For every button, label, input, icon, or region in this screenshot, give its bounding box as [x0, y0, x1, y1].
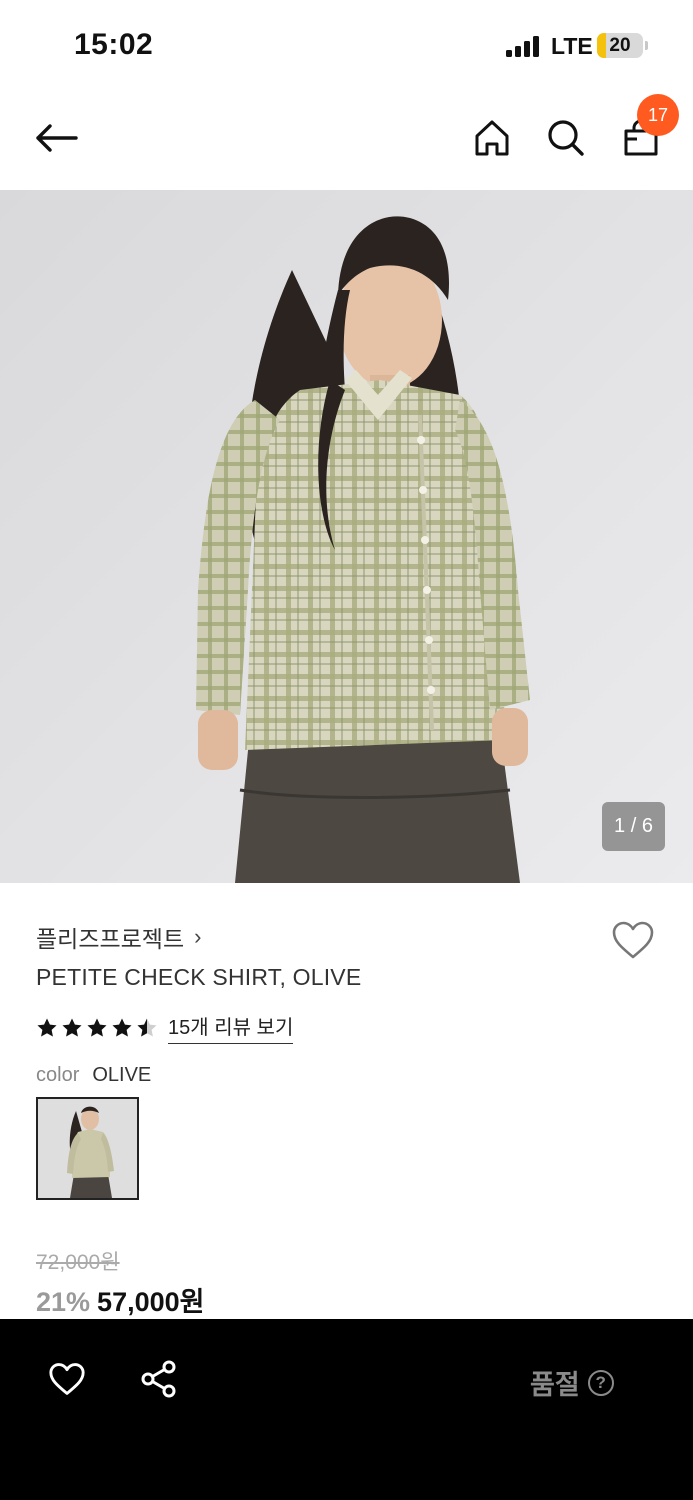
sold-out-status: 품절 ?	[530, 1363, 614, 1402]
search-icon	[548, 120, 584, 156]
top-nav	[0, 90, 693, 190]
chevron-right-icon: ›	[194, 924, 202, 949]
star-filled-icon	[37, 1018, 57, 1036]
status-bar: 15:02 LTE 20	[0, 0, 693, 90]
image-counter: 1 / 6	[602, 802, 665, 851]
help-circle-icon[interactable]: ?	[587, 1369, 614, 1396]
bottom-wishlist-button[interactable]	[44, 1356, 90, 1402]
swatch-thumbnail	[38, 1099, 137, 1198]
back-button[interactable]	[26, 108, 86, 168]
home-icon	[475, 120, 509, 156]
review-link[interactable]: 15개 리뷰 보기	[168, 1011, 294, 1044]
share-button[interactable]	[136, 1356, 182, 1402]
color-label: color	[36, 1064, 80, 1086]
signal-icon	[506, 35, 542, 57]
wishlist-button[interactable]	[608, 915, 658, 965]
network-label: LTE	[551, 33, 593, 59]
search-button[interactable]	[536, 108, 596, 168]
star-half-icon	[137, 1018, 157, 1036]
rating-stars	[36, 1017, 158, 1039]
color-row: color OLIVE	[36, 1064, 151, 1087]
discount-rate: 21%	[36, 1287, 91, 1317]
brand-name: 플리즈프로젝트	[36, 926, 185, 952]
battery-level: 20	[609, 35, 631, 56]
heart-outline-icon	[49, 1363, 85, 1395]
product-image-gallery[interactable]	[0, 190, 693, 883]
sale-price: 57,000원	[97, 1287, 205, 1317]
brand-link[interactable]: 플리즈프로젝트 ›	[36, 920, 201, 954]
bottom-action-bar	[0, 1319, 693, 1500]
star-filled-icon	[87, 1018, 107, 1036]
battery-nub	[645, 41, 648, 50]
star-filled-icon	[62, 1018, 82, 1036]
price-row: 21% 57,000원	[36, 1280, 204, 1319]
product-title: PETITE CHECK SHIRT, OLIVE	[36, 964, 362, 990]
heart-outline-icon	[612, 921, 654, 959]
color-value: OLIVE	[92, 1064, 152, 1086]
color-swatch-olive[interactable]	[36, 1097, 139, 1200]
original-price: 72,000원	[36, 1251, 120, 1274]
star-filled-icon	[112, 1018, 132, 1036]
status-time: 15:02	[74, 28, 154, 61]
arrow-left-icon	[36, 124, 78, 152]
product-photo	[0, 190, 693, 883]
sold-out-label: 품절	[530, 1370, 580, 1400]
share-icon	[141, 1360, 176, 1398]
battery-icon: 20	[597, 33, 643, 58]
home-button[interactable]	[462, 108, 522, 168]
rating-row: 15개 리뷰 보기	[36, 1011, 294, 1044]
cart-count-badge: 17	[637, 94, 679, 136]
